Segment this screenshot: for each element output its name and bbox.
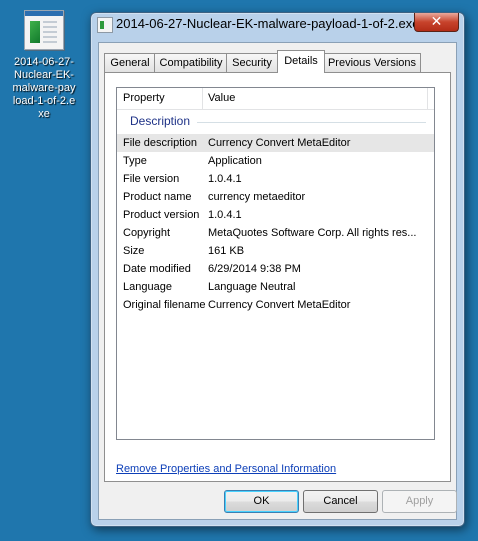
property-name: Language [123,281,172,293]
property-value: Currency Convert MetaEditor [208,137,351,149]
group-divider [197,122,426,123]
apply-button[interactable]: Apply [382,490,457,513]
details-panel: Property Value Description File descript… [104,72,451,482]
desktop-file-icon[interactable]: 2014-06-27- Nuclear-EK- malware-pay load… [6,10,82,121]
property-name: Type [123,155,147,167]
group-header-description: Description [117,112,434,130]
property-value: 1.0.4.1 [208,173,242,185]
executable-file-icon [24,10,64,50]
properties-dialog: 2014-06-27-Nuclear-EK-malware-payload-1-… [90,12,465,527]
property-value: 161 KB [208,245,245,257]
tab-general[interactable]: General [104,53,156,72]
close-button[interactable]: ✕ [414,13,459,32]
dialog-client-area: General Compatibility Security Details P… [98,42,457,520]
window-title: 2014-06-27-Nuclear-EK-malware-payload-1-… [116,16,434,31]
property-name: Original filename [123,299,206,311]
tab-compatibility[interactable]: Compatibility [154,53,228,72]
title-bar[interactable]: 2014-06-27-Nuclear-EK-malware-payload-1-… [91,13,464,37]
table-row[interactable]: Date modified 6/29/2014 9:38 PM [117,260,434,278]
ok-button[interactable]: OK [224,490,299,513]
desktop-file-label: 2014-06-27- Nuclear-EK- malware-pay load… [12,56,76,120]
table-row[interactable]: Product version 1.0.4.1 [117,206,434,224]
app-icon [97,17,113,33]
table-row[interactable]: Language Language Neutral [117,278,434,296]
property-name: Product name [123,191,192,203]
tab-security[interactable]: Security [226,53,278,72]
column-value[interactable]: Value [202,88,428,109]
property-name: Copyright [123,227,171,239]
table-row[interactable]: File version 1.0.4.1 [117,170,434,188]
tab-details[interactable]: Details [277,50,325,73]
table-row[interactable]: File description Currency Convert MetaEd… [117,134,434,152]
remove-properties-link[interactable]: Remove Properties and Personal Informati… [116,463,336,475]
property-name: File version [123,173,180,185]
property-name: Size [123,245,145,257]
table-row[interactable]: Type Application [117,152,434,170]
tab-previous-versions[interactable]: Previous Versions [323,53,421,72]
table-row[interactable]: Original filename Currency Convert MetaE… [117,296,434,314]
property-name: Date modified [123,263,191,275]
property-value: 1.0.4.1 [208,209,242,221]
property-value: 6/29/2014 9:38 PM [208,263,301,275]
group-label: Description [130,114,191,128]
property-name: File description [123,137,197,149]
property-value: Currency Convert MetaEditor [208,299,351,311]
column-property[interactable]: Property [117,88,203,109]
property-value: MetaQuotes Software Corp. All rights res… [208,227,417,239]
table-row[interactable]: Size 161 KB [117,242,434,260]
cancel-button[interactable]: Cancel [303,490,378,513]
property-name: Product version [123,209,200,221]
property-value: Language Neutral [208,281,296,293]
details-list[interactable]: Property Value Description File descript… [116,87,435,440]
list-header: Property Value [117,88,434,110]
property-value: Application [208,155,262,167]
table-row[interactable]: Copyright MetaQuotes Software Corp. All … [117,224,434,242]
table-row[interactable]: Product name currency metaeditor [117,188,434,206]
property-value: currency metaeditor [208,191,306,203]
